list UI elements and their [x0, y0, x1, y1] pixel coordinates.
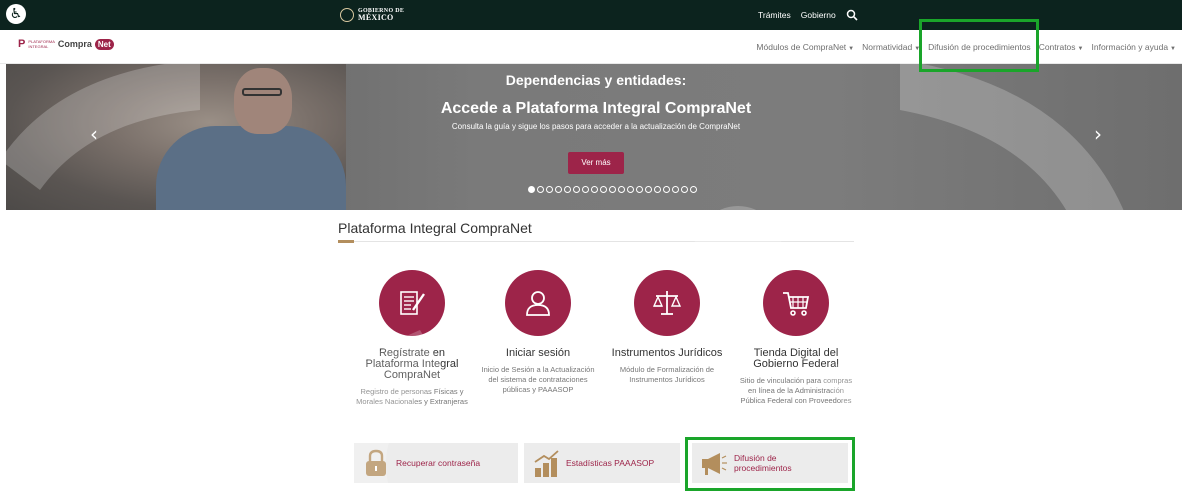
card-title: Regístrate en Plataforma Integral Compra… [365, 347, 459, 381]
chevron-down-icon: ▼ [1170, 46, 1176, 52]
user-icon [526, 291, 550, 316]
hero-eyebrow: Dependencias y entidades: [505, 72, 687, 88]
card-registrate[interactable]: Regístrate en Plataforma Integral Compra… [352, 270, 472, 407]
scales-icon [652, 291, 682, 315]
chevron-down-icon: ▼ [1077, 46, 1084, 52]
gobierno-de-mexico-logo[interactable]: GOBIERNO DE MÉXICO [340, 8, 404, 22]
card-description: Registro de personas Físicas y Morales N… [356, 387, 468, 406]
quick-link-label: Estadísticas PAAASOP [566, 458, 655, 468]
accessibility-icon[interactable]: ♿ [6, 4, 26, 24]
carousel-dot[interactable] [591, 186, 598, 193]
nav-item-informacion[interactable]: Información y ayuda ▼ [1092, 42, 1177, 52]
bar-chart-icon [534, 450, 559, 477]
card-instrumentos[interactable]: Instrumentos Jurídicos Módulo de Formali… [607, 270, 727, 385]
quick-link-recuperar[interactable]: Recuperar contraseña [354, 443, 518, 483]
card-title: Tienda Digital del Gobierno Federal [753, 347, 839, 370]
brand-net: Net [94, 38, 114, 50]
nav-item-contratos[interactable]: Contratos ▼ [1039, 42, 1084, 52]
nav-item-normatividad[interactable]: Normatividad ▼ [862, 42, 920, 52]
carousel-dot[interactable] [636, 186, 643, 193]
carousel-dot[interactable] [546, 186, 553, 193]
carousel-dot[interactable] [555, 186, 562, 193]
card-title: Instrumentos Jurídicos [611, 347, 723, 359]
card-description: Módulo de Formalización de Instrumentos … [619, 365, 715, 384]
carousel-dot[interactable] [681, 186, 688, 193]
brand-small-bottom: INTEGRAL [28, 44, 49, 49]
card-description: Inicio de Sesión a la Actualización del … [481, 365, 595, 394]
carousel-dot[interactable] [690, 186, 697, 193]
carousel-dot[interactable] [537, 186, 544, 193]
hero-headline: Accede a Plataforma Integral CompraNet [440, 100, 752, 117]
gobierno-link[interactable]: Gobierno [801, 10, 836, 20]
highlight-quick-difusion [685, 437, 855, 491]
ver-mas-button[interactable]: Ver más [568, 152, 624, 174]
carousel-dot[interactable] [609, 186, 616, 193]
hero-subline: Consulta la guía y sigue los pasos para … [451, 122, 741, 131]
section-divider [338, 241, 854, 242]
national-emblem-icon [340, 8, 354, 22]
carousel-dot[interactable] [573, 186, 580, 193]
padlock-icon [366, 449, 386, 476]
hero-carousel: ‹ › Dependencias y entidades: Accede a P… [6, 64, 1182, 210]
chevron-down-icon: ▼ [848, 46, 855, 52]
card-tienda-digital[interactable]: Tienda Digital del Gobierno Federal Siti… [736, 270, 856, 406]
section-accent [338, 240, 354, 243]
carousel-dot[interactable] [582, 186, 589, 193]
compranet-logo[interactable]: P PLATAFORMA INTEGRAL Compra Net [18, 38, 114, 50]
carousel-dot[interactable] [627, 186, 634, 193]
carousel-dot[interactable] [600, 186, 607, 193]
carousel-dot[interactable] [528, 186, 535, 193]
card-title: Iniciar sesión [505, 347, 571, 359]
carousel-dot[interactable] [663, 186, 670, 193]
search-icon[interactable] [846, 9, 858, 21]
gov-logo-line2: MÉXICO [358, 13, 394, 22]
brand-p: P [18, 38, 26, 50]
form-edit-icon [400, 291, 425, 315]
carousel-dot[interactable] [672, 186, 679, 193]
carousel-dot[interactable] [564, 186, 571, 193]
section-title: Plataforma Integral CompraNet [338, 220, 532, 236]
carousel-dot[interactable] [645, 186, 652, 193]
card-description: Sitio de vinculación para compras en lín… [739, 376, 853, 405]
carousel-dot[interactable] [618, 186, 625, 193]
gov-links: Trámites Gobierno [758, 9, 858, 21]
card-iniciar-sesion[interactable]: Iniciar sesión Inicio de Sesión a la Act… [478, 270, 598, 395]
brand-compra: Compra [57, 39, 92, 49]
quick-link-label: Recuperar contraseña [396, 458, 481, 468]
quick-link-estadisticas[interactable]: Estadísticas PAAASOP [524, 443, 680, 483]
nav-item-modulos[interactable]: Módulos de CompraNet ▼ [756, 42, 854, 52]
carousel-indicators [528, 186, 697, 193]
shopping-cart-icon [783, 292, 810, 316]
tramites-link[interactable]: Trámites [758, 10, 791, 20]
carousel-dot[interactable] [654, 186, 661, 193]
highlight-nav-difusion [919, 19, 1039, 72]
